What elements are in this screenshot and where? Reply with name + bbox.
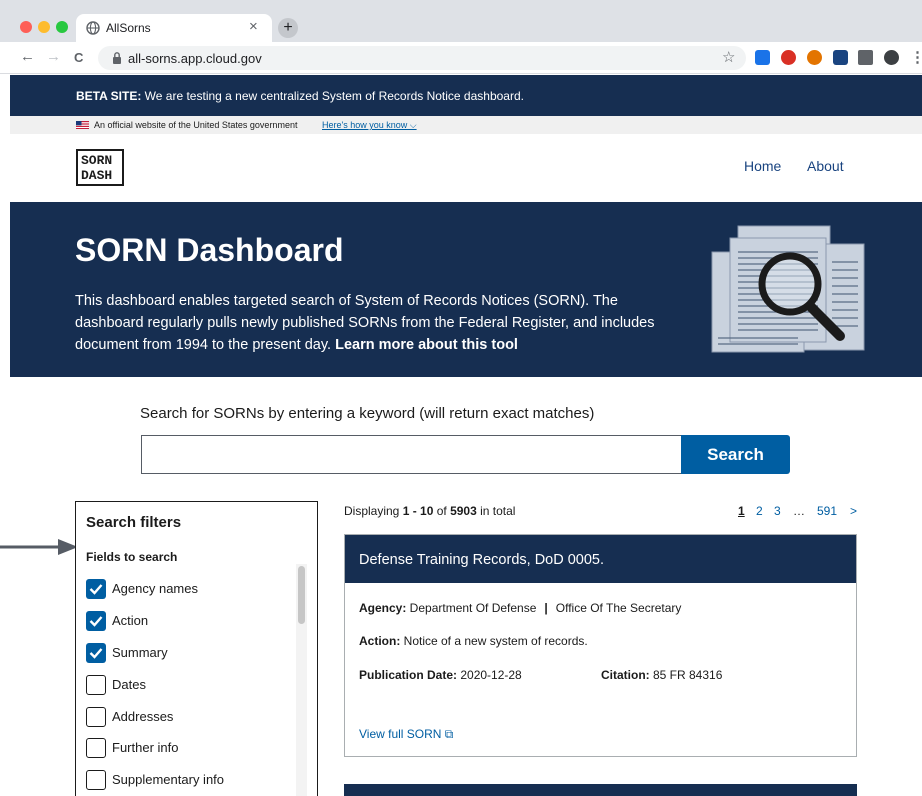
new-tab-button[interactable]: + [278, 18, 298, 38]
menu-dots-icon[interactable]: ⋮ [910, 48, 922, 66]
page-title: SORN Dashboard [75, 232, 344, 268]
search-button[interactable]: Search [681, 435, 790, 474]
gov-banner-text: An official website of the United States… [94, 120, 298, 130]
avatar[interactable] [884, 50, 899, 65]
browser-tab-strip: AllSorns × + [0, 0, 922, 42]
checkbox-label: Supplementary info [112, 772, 225, 787]
back-icon[interactable]: ← [20, 48, 35, 65]
extension-icon[interactable] [807, 50, 822, 65]
last-page-link[interactable]: 591 [817, 504, 837, 518]
hero-description: This dashboard enables targeted search o… [75, 293, 655, 353]
tab-title: AllSorns [106, 21, 151, 35]
close-tab-icon[interactable]: × [249, 18, 258, 35]
view-full-sorn-link[interactable]: View full SORN ⧉ [359, 727, 453, 742]
bookmark-star-icon[interactable]: ☆ [722, 48, 735, 66]
us-flag-icon [76, 121, 89, 129]
checkmark-icon [89, 648, 103, 659]
puzzle-icon[interactable] [858, 50, 873, 65]
address-bar[interactable]: all-sorns.app.cloud.gov ☆ [98, 46, 746, 70]
lock-icon [113, 52, 121, 64]
checkbox-checked[interactable] [86, 611, 106, 631]
minimize-window-button[interactable] [38, 21, 50, 33]
gov-banner: An official website of the United States… [10, 116, 922, 134]
browser-toolbar: ← → C all-sorns.app.cloud.gov ☆ ⋮ [0, 42, 922, 74]
pagination-ellipsis: … [793, 504, 805, 518]
search-label: Search for SORNs by entering a keyword (… [140, 405, 595, 422]
checkbox-label: Summary [112, 645, 168, 660]
checkbox-checked[interactable] [86, 579, 106, 599]
checkmark-icon [89, 616, 103, 627]
checkbox-checked[interactable] [86, 643, 106, 663]
hero: SORN Dashboard This dashboard enables ta… [10, 202, 922, 377]
result-title[interactable]: Defense Training Records, DoD 0005. [359, 552, 604, 568]
pointer-arrow [0, 539, 78, 555]
document-magnifier-illustration [711, 225, 865, 353]
reload-icon[interactable]: C [74, 50, 83, 65]
checkbox-label: Addresses [112, 709, 174, 724]
page-1-link[interactable]: 1 [738, 504, 745, 518]
fields-to-search-title: Fields to search [86, 550, 178, 564]
checkbox-label: Agency names [112, 581, 198, 596]
checkbox-unchecked[interactable] [86, 738, 106, 758]
page-2-link[interactable]: 2 [756, 504, 763, 518]
next-page-link[interactable]: > [850, 504, 857, 518]
agency-line: Agency: Department Of Defense | Office Of … [359, 601, 682, 615]
result-card-header [344, 784, 857, 796]
nav-about-link[interactable]: About [807, 158, 844, 174]
browser-tab[interactable]: AllSorns × [76, 14, 272, 42]
checkbox-label: Action [112, 613, 149, 628]
citation: Citation: 85 FR 84316 [601, 668, 723, 682]
how-you-know-link[interactable]: Here's how you know ⌵ [322, 120, 417, 131]
site-logo[interactable]: SORN DASH [76, 149, 124, 186]
adblock-icon[interactable] [781, 50, 796, 65]
filters-title: Search filters [86, 514, 182, 531]
checkbox-label: Further info [112, 740, 179, 755]
url-text: all-sorns.app.cloud.gov [128, 51, 262, 66]
page-3-link[interactable]: 3 [774, 504, 781, 518]
checkbox-unchecked[interactable] [86, 707, 106, 727]
beta-text: We are testing a new centralized System … [141, 89, 524, 103]
checkbox-unchecked[interactable] [86, 675, 106, 695]
publication-date: Publication Date: 2020-12-28 [359, 668, 522, 682]
search-input[interactable] [141, 435, 682, 474]
checkbox-label: Dates [112, 677, 146, 692]
result-card: Defense Training Records, DoD 0005. Agen… [344, 534, 857, 757]
action-line: Action: Notice of a new system of record… [359, 634, 588, 648]
results-count: Displaying 1 - 10 of 5903 in total [344, 504, 516, 518]
learn-more-link[interactable]: Learn more about this tool [335, 337, 518, 353]
site-header: SORN DASH Home About [10, 134, 922, 202]
forward-icon[interactable]: → [46, 48, 61, 65]
beta-label: BETA SITE: [76, 89, 142, 103]
zotero-icon[interactable] [833, 50, 848, 65]
close-window-button[interactable] [20, 21, 32, 33]
nav-home-link[interactable]: Home [744, 158, 781, 174]
maximize-window-button[interactable] [56, 21, 68, 33]
extension-icon[interactable] [755, 50, 770, 65]
checkbox-unchecked[interactable] [86, 770, 106, 790]
checkmark-icon [89, 584, 103, 595]
scrollbar-thumb[interactable] [298, 566, 305, 624]
beta-banner: BETA SITE: We are testing a new centrali… [10, 75, 922, 116]
search-filters-panel: Search filters Fields to search Agency n… [75, 501, 318, 796]
globe-icon [86, 21, 100, 35]
